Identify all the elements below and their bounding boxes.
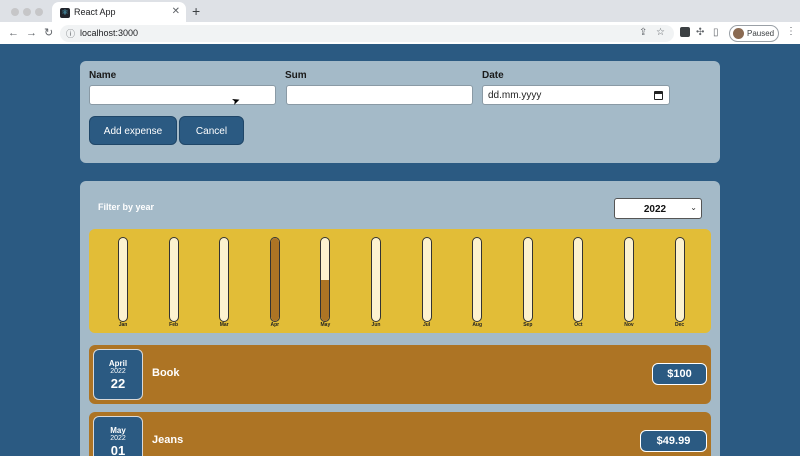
puzzle-icon[interactable]: ✣ (696, 26, 704, 40)
add-expense-button[interactable]: Add expense (89, 116, 177, 145)
tab-close-icon[interactable]: ✕ (172, 6, 180, 17)
expense-date-day: 01 (110, 443, 126, 456)
chart-bar-feb: Feb (164, 237, 184, 331)
date-placeholder: dd.mm.yyyy (488, 90, 542, 101)
chart-bar-track (371, 237, 381, 322)
chart-bar-label: Aug (472, 322, 483, 328)
chart-bar-track (624, 237, 634, 322)
chart-bar-label: Feb (169, 322, 179, 328)
chart-bar-label: Jan (118, 322, 128, 328)
chart-bar-track (472, 237, 483, 322)
name-label: Name (89, 70, 117, 81)
date-label: Date (482, 70, 504, 81)
chart-bar-label: Apr (270, 322, 280, 328)
calendar-icon[interactable] (654, 91, 663, 100)
browser-chrome: ⚛ React App ✕ + ← → ↻ ⓘ localhost:3000 ⇪… (0, 0, 800, 44)
expense-item: May 2022 01 Jeans $49.99 (89, 412, 711, 456)
expense-date: April 2022 22 (93, 349, 143, 400)
chart-bar-label: Nov (624, 322, 634, 328)
window-minimize-button[interactable] (23, 8, 31, 16)
extension-icon[interactable] (680, 27, 690, 37)
chart-bar-fill (321, 279, 330, 321)
chart-bar-may: May (315, 237, 335, 331)
chart-bar-dec: Dec (670, 237, 690, 331)
chart-bar-track (118, 237, 128, 322)
address-bar[interactable]: ⓘ localhost:3000 ⇪ ☆ (60, 25, 674, 42)
expense-title: Book (152, 367, 180, 379)
chart-bar-mar: Mar (214, 237, 234, 331)
url-text[interactable]: localhost:3000 (80, 28, 138, 38)
expenses-card: Filter by year 2022 ⌄ Jan Feb Mar Apr May Jun… (80, 181, 720, 456)
chart-bar-label: Mar (219, 322, 229, 328)
sum-input[interactable] (286, 85, 473, 105)
chart-bar-track (219, 237, 230, 322)
chart-bar-label: Oct (574, 322, 583, 328)
name-input[interactable] (89, 85, 276, 105)
chart-bar-track (269, 237, 280, 322)
tab-strip: ⚛ React App ✕ + (0, 0, 800, 24)
chevron-down-icon: ⌄ (690, 203, 697, 212)
chart-bar-track (421, 237, 432, 322)
chart-bar-jul: Jul (417, 237, 437, 331)
info-icon[interactable]: ⓘ (66, 27, 75, 40)
avatar (733, 28, 744, 39)
expense-date-day: 22 (110, 376, 126, 391)
browser-toolbar: ← → ↻ ⓘ localhost:3000 ⇪ ☆ ✣ ▯ Paused ⋮ (0, 22, 800, 44)
back-icon[interactable]: ← (8, 26, 19, 40)
bookmark-star-icon[interactable]: ☆ (656, 27, 665, 38)
year-select-value: 2022 (643, 204, 667, 215)
expense-price: $100 (652, 363, 707, 385)
expense-title: Jeans (152, 434, 184, 446)
chart-bar-label: Dec (675, 322, 685, 328)
chart-bar-track (522, 237, 533, 322)
chart-bar-sep: Sep (518, 237, 538, 331)
chart-bar-label: Sep (523, 322, 533, 328)
chart-bar-jun: Jun (366, 237, 386, 331)
share-icon[interactable]: ⇪ (639, 27, 647, 38)
chart-bar-nov: Nov (619, 237, 639, 331)
chart-bar-label: Jul (422, 322, 431, 328)
sum-label: Sum (285, 70, 307, 81)
chart-bar-track (320, 237, 331, 322)
tab-title: React App (74, 7, 116, 17)
reload-icon[interactable]: ↻ (44, 26, 53, 40)
chart-bar-label: Jun (371, 322, 381, 328)
sidebar-icon[interactable]: ▯ (713, 26, 719, 40)
chart-bar-track (674, 237, 685, 322)
chart-bar-fill (270, 238, 279, 321)
chart-bar-apr: Apr (265, 237, 285, 331)
forward-icon[interactable]: → (26, 26, 37, 40)
expenses-chart: Jan Feb Mar Apr May Jun Jul Aug Sep Oct Nov Dec (89, 229, 711, 333)
expense-date-year: 2022 (110, 368, 126, 375)
window-close-button[interactable] (11, 8, 19, 16)
chart-bar-aug: Aug (467, 237, 487, 331)
expense-price: $49.99 (640, 430, 707, 452)
chart-bar-track (573, 237, 584, 322)
year-select[interactable]: 2022 ⌄ (614, 198, 702, 219)
chart-bar-jan: Jan (113, 237, 133, 331)
profile-label: Paused (747, 29, 775, 38)
new-tab-icon[interactable]: + (192, 4, 200, 18)
filter-label: Filter by year (98, 202, 155, 212)
chart-bar-label: May (320, 322, 331, 328)
expense-date-month: April (108, 359, 128, 368)
profile-button[interactable]: Paused (729, 25, 779, 42)
react-logo-icon: ⚛ (60, 8, 70, 18)
expense-date-month: May (110, 426, 126, 435)
cancel-button[interactable]: Cancel (179, 116, 244, 145)
menu-icon[interactable]: ⋮ (786, 26, 796, 37)
date-input[interactable]: dd.mm.yyyy (482, 85, 670, 105)
expense-date-year: 2022 (110, 435, 126, 442)
expense-item: April 2022 22 Book $100 (89, 345, 711, 404)
chart-bar-track (168, 237, 179, 322)
chart-bar-oct: Oct (568, 237, 588, 331)
new-expense-form: Name Sum Date dd.mm.yyyy ➤ Add expense C… (80, 61, 720, 163)
expense-date: May 2022 01 (93, 416, 143, 456)
window-zoom-button[interactable] (35, 8, 43, 16)
browser-tab[interactable]: ⚛ React App ✕ (52, 2, 186, 24)
